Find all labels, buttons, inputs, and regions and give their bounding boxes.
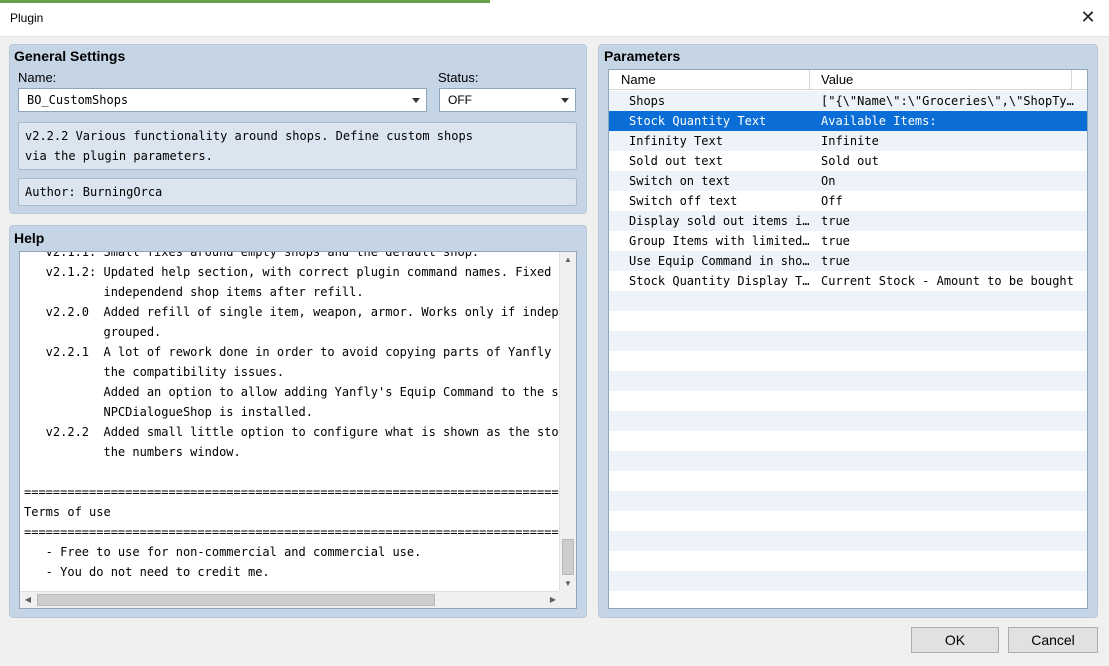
parameter-name: Group Items with limited… xyxy=(629,234,809,248)
parameter-value: On xyxy=(821,174,836,188)
parameter-value: ["{\"Name\":\"Groceries\",\"ShopTy… xyxy=(821,94,1074,108)
help-line: - You do not need to credit me. xyxy=(24,565,270,579)
parameters-title: Parameters xyxy=(604,48,681,64)
status-select[interactable]: OFF xyxy=(439,88,576,112)
status-value: OFF xyxy=(448,93,472,107)
parameter-row[interactable]: Sold out text Sold out xyxy=(609,151,1087,171)
empty-row xyxy=(609,311,1087,331)
description-box: v2.2.2 Various functionality around shop… xyxy=(18,122,577,170)
empty-row xyxy=(609,511,1087,531)
empty-row xyxy=(609,391,1087,411)
close-icon[interactable]: ✕ xyxy=(1077,6,1099,28)
parameter-row[interactable]: Stock Quantity Display T… Current Stock -… xyxy=(609,271,1087,291)
parameter-row[interactable]: Stock Quantity Text Available Items: xyxy=(609,111,1087,131)
empty-row xyxy=(609,291,1087,311)
column-divider[interactable] xyxy=(809,70,810,90)
window-title: Plugin xyxy=(10,11,44,25)
status-label: Status: xyxy=(438,70,479,85)
help-line: v2.1.1: Small fixes around empty shops a… xyxy=(24,251,480,259)
parameter-row[interactable]: Shops ["{\"Name\":\"Groceries\",\"ShopTy… xyxy=(609,91,1087,111)
parameters-table[interactable]: Name Value Shops ["{\"Name\":\"Groceries\… xyxy=(608,69,1088,609)
title-bar: Plugin ✕ xyxy=(0,0,1109,37)
description-line-1: v2.2.2 Various functionality around shop… xyxy=(25,129,473,143)
name-label: Name: xyxy=(18,70,57,85)
parameter-value: true xyxy=(821,214,850,228)
parameter-name: Stock Quantity Display T… xyxy=(629,274,809,288)
column-header-value[interactable]: Value xyxy=(821,72,853,87)
empty-row xyxy=(609,411,1087,431)
help-line: - Free to use for non-commercial and com… xyxy=(24,545,422,559)
parameter-value: Sold out xyxy=(821,154,879,168)
vertical-scrollbar[interactable]: ▲ ▼ xyxy=(559,252,576,592)
scroll-down-icon[interactable]: ▼ xyxy=(560,576,576,592)
parameter-name: Stock Quantity Text xyxy=(629,114,767,128)
parameter-name: Shops xyxy=(629,94,666,108)
parameter-name: Use Equip Command in sho… xyxy=(629,254,809,268)
parameter-value: true xyxy=(821,234,850,248)
empty-row xyxy=(609,331,1087,351)
help-line: v2.1.2: Updated help section, with corre… xyxy=(24,265,577,279)
cancel-button[interactable]: Cancel xyxy=(1008,627,1098,653)
parameter-row[interactable]: Infinity Text Infinite xyxy=(609,131,1087,151)
author-box: Author: BurningOrca xyxy=(18,178,577,206)
parameter-row[interactable]: Switch off text Off xyxy=(609,191,1087,211)
help-line: v2.2.0 Added refill of single item, weap… xyxy=(24,305,577,319)
parameter-value: true xyxy=(821,254,850,268)
empty-row xyxy=(609,351,1087,371)
ok-button[interactable]: OK xyxy=(911,627,999,653)
help-line: Added an option to allow adding Yanfly's… xyxy=(24,385,577,399)
parameter-name: Sold out text xyxy=(629,154,723,168)
help-title: Help xyxy=(14,230,45,246)
chevron-down-icon xyxy=(561,98,569,103)
scroll-up-icon[interactable]: ▲ xyxy=(560,252,576,268)
general-settings-title: General Settings xyxy=(14,48,126,64)
empty-row xyxy=(609,531,1087,551)
empty-row xyxy=(609,471,1087,491)
plugin-name-value: BO_CustomShops xyxy=(27,93,129,107)
parameter-row[interactable]: Use Equip Command in sho… true xyxy=(609,251,1087,271)
help-line: NPCDialogueShop is installed. xyxy=(24,405,313,419)
help-line: independend shop items after refill. xyxy=(24,285,364,299)
horizontal-scrollbar[interactable]: ◀ ▶ xyxy=(20,591,561,608)
horizontal-scroll-thumb[interactable] xyxy=(37,594,435,606)
help-line: ========================================… xyxy=(24,525,574,539)
empty-row xyxy=(609,371,1087,391)
column-divider[interactable] xyxy=(1071,70,1072,90)
help-line: the compatibility issues. xyxy=(24,365,285,379)
help-line: v2.2.2 Added small little option to conf… xyxy=(24,425,577,439)
empty-row xyxy=(609,551,1087,571)
description-line-2: via the plugin parameters. xyxy=(25,149,213,163)
parameter-value: Off xyxy=(821,194,843,208)
empty-row xyxy=(609,431,1087,451)
parameter-value: Available Items: xyxy=(821,114,937,128)
background-game-strip xyxy=(0,0,490,3)
empty-row xyxy=(609,591,1087,608)
author-text: Author: BurningOrca xyxy=(25,185,163,199)
help-line: Terms of use xyxy=(24,505,111,519)
scroll-left-icon[interactable]: ◀ xyxy=(20,592,36,608)
empty-row xyxy=(609,491,1087,511)
parameter-name: Switch off text xyxy=(629,194,738,208)
help-textarea[interactable]: v2.1.1: Small fixes around empty shops a… xyxy=(19,251,577,609)
parameter-name: Infinity Text xyxy=(629,134,723,148)
parameter-name: Switch on text xyxy=(629,174,731,188)
plugin-name-select[interactable]: BO_CustomShops xyxy=(18,88,427,112)
help-line: v2.2.1 A lot of rework done in order to … xyxy=(24,345,577,359)
parameter-row[interactable]: Display sold out items i… true xyxy=(609,211,1087,231)
parameter-row[interactable]: Switch on text On xyxy=(609,171,1087,191)
parameter-value: Infinite xyxy=(821,134,879,148)
help-line: ========================================… xyxy=(24,485,574,499)
parameter-name: Display sold out items i… xyxy=(629,214,809,228)
chevron-down-icon xyxy=(412,98,420,103)
parameter-row[interactable]: Group Items with limited… true xyxy=(609,231,1087,251)
table-header: Name Value xyxy=(609,70,1087,90)
help-line: grouped. xyxy=(24,325,162,339)
scrollbar-corner xyxy=(559,591,576,608)
empty-row xyxy=(609,571,1087,591)
parameter-value: Current Stock - Amount to be bought xyxy=(821,274,1074,288)
column-header-name[interactable]: Name xyxy=(621,72,656,87)
vertical-scroll-thumb[interactable] xyxy=(562,539,574,575)
help-line: the numbers window. xyxy=(24,445,241,459)
empty-row xyxy=(609,451,1087,471)
